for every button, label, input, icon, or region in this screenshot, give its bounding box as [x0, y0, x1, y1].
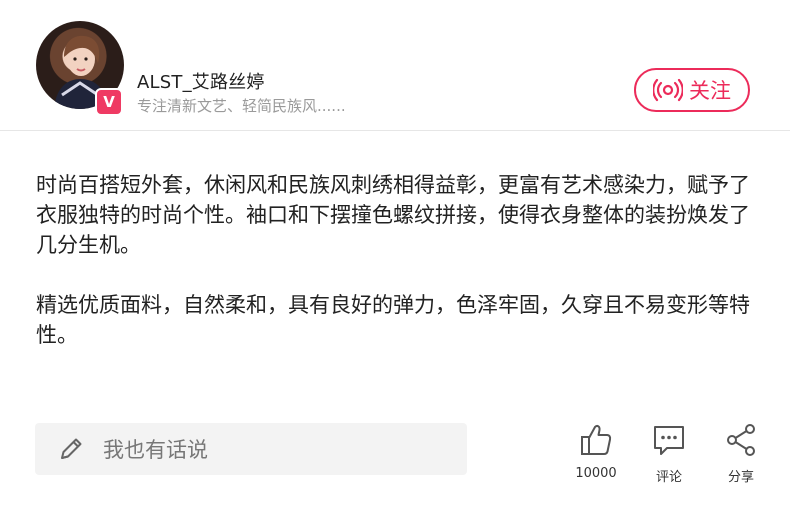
share-button[interactable]: 分享 [706, 422, 776, 485]
paragraph: 精选优质面料，自然柔和，具有良好的弹力，色泽牢固，久穿且不易变形等特性。 [36, 293, 750, 347]
pencil-icon [61, 438, 82, 459]
thumbs-up-icon [581, 425, 612, 455]
share-icon [727, 424, 755, 456]
verified-badge: V [95, 88, 123, 116]
paragraph: 时尚百搭短外套，休闲风和民族风刺绣相得益彰，更富有艺术感染力，赋予了衣服独特的时… [36, 173, 750, 257]
comment-bubble-icon [654, 426, 684, 455]
user-bio: 专注清新文艺、轻简民族风...... [137, 97, 346, 115]
username[interactable]: ALST_艾路丝婷 [137, 68, 265, 94]
profile-header: V ALST_艾路丝婷 专注清新文艺、轻简民族风...... 关注 [0, 0, 790, 131]
like-count: 10000 [575, 466, 617, 481]
like-button[interactable]: 10000 [561, 422, 631, 481]
broadcast-icon [653, 78, 683, 102]
follow-button[interactable]: 关注 [634, 68, 750, 112]
comment-input[interactable]: 我也有话说 [35, 423, 467, 475]
share-label: 分享 [727, 470, 754, 485]
follow-label: 关注 [689, 79, 731, 103]
post-content: 时尚百搭短外套，休闲风和民族风刺绣相得益彰，更富有艺术感染力，赋予了衣服独特的时… [36, 170, 756, 380]
comment-placeholder: 我也有话说 [103, 438, 208, 462]
comment-label: 评论 [655, 470, 682, 485]
comment-button[interactable]: 评论 [634, 422, 704, 485]
